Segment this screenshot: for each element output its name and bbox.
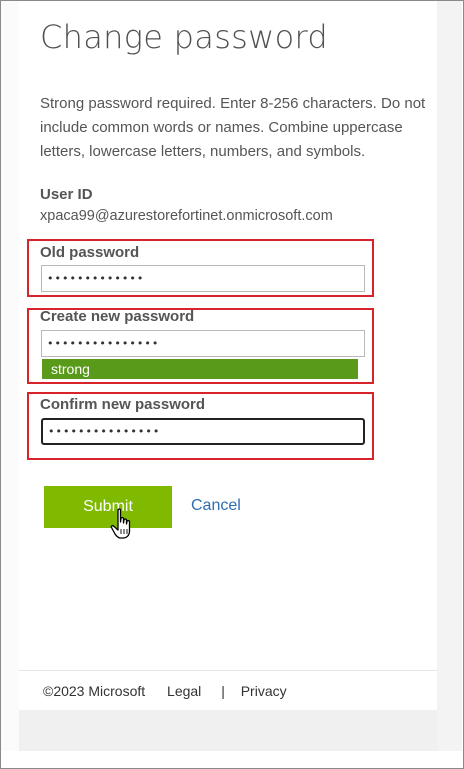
cancel-link[interactable]: Cancel [191,497,241,515]
password-requirements: Strong password required. Enter 8-256 ch… [40,95,426,160]
new-password-field[interactable] [41,330,365,357]
confirm-password-field[interactable] [41,418,365,445]
old-password-field[interactable] [41,265,365,292]
new-password-label: Create new password [40,308,195,325]
password-strength-indicator: strong [42,359,358,379]
privacy-link[interactable]: Privacy [241,683,287,699]
user-id-value: xpaca99@azurestorefortinet.onmicrosoft.c… [40,208,333,224]
right-margin [437,1,462,751]
copyright-text: ©2023 Microsoft [43,683,146,699]
footer-divider [19,670,437,671]
old-password-label: Old password [40,244,140,261]
user-id-label: User ID [40,186,93,203]
legal-link[interactable]: Legal [167,683,201,699]
page-title: Change password [40,18,328,56]
confirm-password-label: Confirm new password [40,396,206,413]
submit-button[interactable]: Submit [44,486,172,528]
footer: ©2023 Microsoft Legal | Privacy [43,683,287,699]
footer-separator: | [221,683,225,699]
hand-pointer-icon [110,508,131,539]
footer-bar [19,710,437,751]
left-margin [1,1,19,751]
